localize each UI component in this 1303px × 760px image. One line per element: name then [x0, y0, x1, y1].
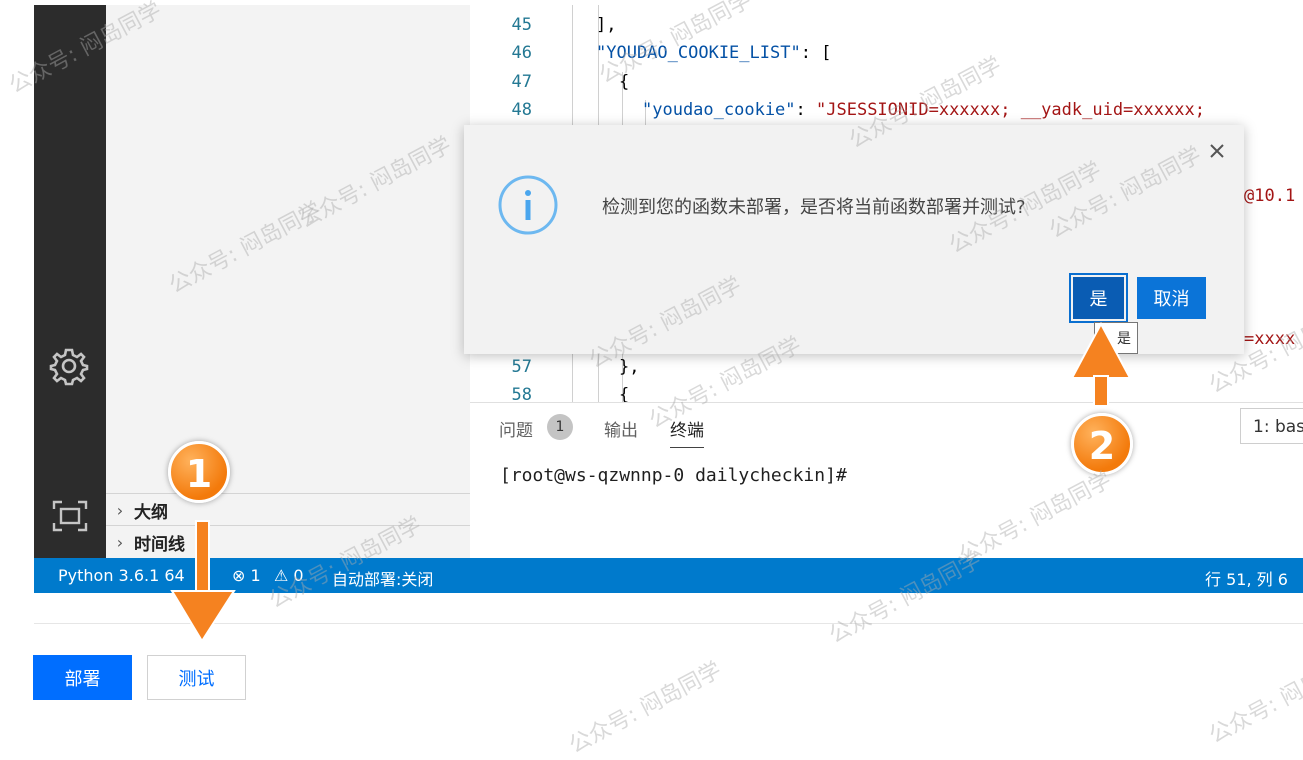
dialog-message: 检测到您的函数未部署，是否将当前函数部署并测试? — [602, 197, 1026, 218]
arrow-down-icon — [170, 520, 236, 643]
chevron-right-icon: › — [116, 500, 124, 520]
fullscreen-icon[interactable] — [52, 500, 88, 532]
auto-deploy-status[interactable]: 自动部署:关闭 — [332, 566, 433, 590]
tab-problems[interactable]: 问题 — [499, 416, 533, 441]
line-number: 45 — [511, 15, 532, 35]
code-line: "youdao_cookie": "JSESSIONID=xxxxxx; __y… — [642, 100, 1205, 120]
line-number: 57 — [511, 357, 532, 377]
code-line: "YOUDAO_COOKIE_LIST": [ — [596, 43, 832, 63]
line-number: 46 — [511, 43, 532, 63]
activity-bar — [34, 5, 106, 558]
yes-button[interactable]: 是 — [1069, 273, 1128, 323]
cancel-button[interactable]: 取消 — [1137, 277, 1206, 319]
line-number: 48 — [511, 100, 532, 120]
code-line: { — [619, 72, 630, 92]
terminal-select[interactable]: 1: bas — [1240, 408, 1303, 444]
watermark: 公众号: 闷岛同学 — [1205, 647, 1303, 749]
terminal-prompt[interactable]: [root@ws-qzwnnp-0 dailycheckin]# — [500, 465, 847, 486]
watermark: 公众号: 闷岛同学 — [565, 657, 726, 759]
test-button[interactable]: 测试 — [147, 655, 246, 700]
deploy-button[interactable]: 部署 — [33, 655, 132, 700]
tab-terminal[interactable]: 终端 — [670, 416, 704, 448]
warning-count[interactable]: ⚠ 0 — [274, 566, 304, 585]
tab-output[interactable]: 输出 — [604, 416, 638, 441]
code-line: ], — [596, 15, 617, 35]
gear-icon[interactable] — [49, 346, 89, 386]
info-icon — [497, 174, 559, 236]
arrow-up-icon — [1070, 321, 1132, 407]
step-1-badge: 1 — [168, 441, 230, 503]
line-number: 47 — [511, 72, 532, 92]
problems-count-badge: 1 — [547, 414, 573, 440]
side-panel — [106, 5, 470, 558]
close-icon[interactable] — [1206, 140, 1228, 162]
step-2-badge: 2 — [1071, 413, 1133, 475]
chevron-right-icon: › — [116, 532, 124, 552]
code-line: }, — [619, 357, 640, 377]
cursor-position[interactable]: 行 51, 列 6 — [1205, 566, 1288, 590]
code-fragment: =xxxx — [1244, 329, 1296, 349]
code-fragment: @10.1 — [1244, 186, 1296, 206]
